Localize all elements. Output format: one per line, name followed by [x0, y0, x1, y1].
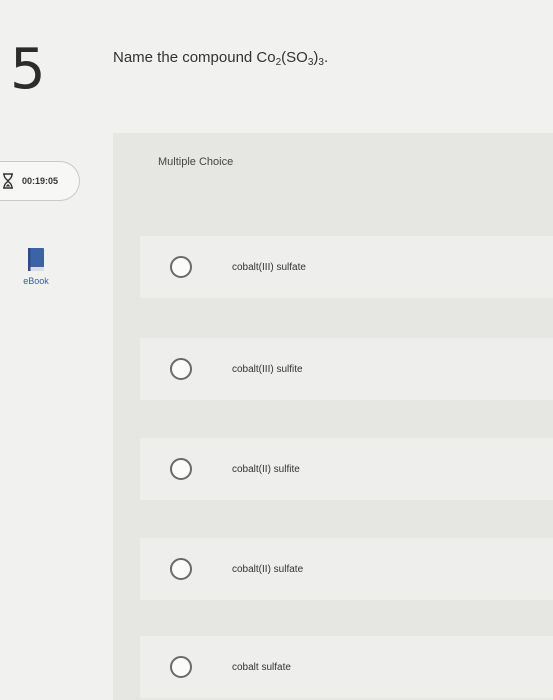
radio-button[interactable]: [170, 358, 192, 380]
radio-button[interactable]: [170, 458, 192, 480]
radio-button[interactable]: [170, 256, 192, 278]
radio-button[interactable]: [170, 656, 192, 678]
option-label: cobalt(III) sulfate: [232, 261, 306, 273]
answer-option[interactable]: cobalt(III) sulfate: [140, 236, 553, 298]
question-text: Name the compound Co2(SO3)3.: [113, 49, 329, 68]
answer-option[interactable]: cobalt(II) sulfite: [140, 438, 553, 500]
answer-option[interactable]: cobalt(III) sulfite: [140, 338, 553, 400]
ebook-label: eBook: [23, 276, 49, 286]
timer-value: 00:19:05: [22, 176, 59, 186]
option-label: cobalt(II) sulfate: [232, 563, 304, 575]
ebook-button[interactable]: eBook: [14, 247, 58, 286]
answer-option[interactable]: cobalt sulfate: [140, 636, 553, 698]
radio-button[interactable]: [170, 558, 192, 580]
option-label: cobalt sulfate: [232, 661, 291, 673]
answer-option[interactable]: cobalt(II) sulfate: [140, 538, 553, 600]
section-label: Multiple Choice: [158, 156, 234, 168]
option-label: cobalt(II) sulfite: [232, 463, 300, 475]
question-number: 5: [10, 37, 46, 102]
timer[interactable]: 00:19:05: [0, 161, 80, 201]
answer-panel: [113, 133, 553, 700]
option-label: cobalt(III) sulfite: [232, 363, 303, 375]
hourglass-icon: [3, 173, 13, 189]
book-icon: [28, 248, 44, 271]
